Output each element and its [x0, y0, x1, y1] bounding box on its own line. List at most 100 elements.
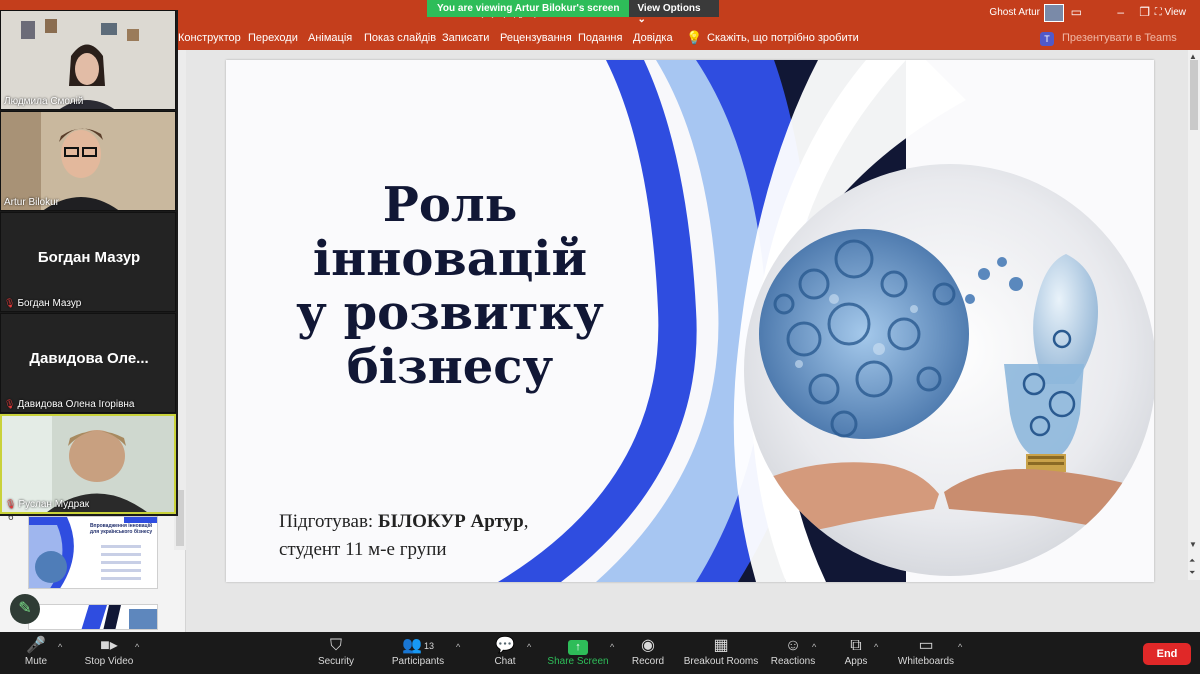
chat-options-caret[interactable]: ^: [527, 642, 531, 652]
slide-thumbnail-6[interactable]: Впровадження інновацій для українського …: [28, 516, 158, 589]
breakout-grid-icon: ▦: [713, 637, 729, 654]
tab-design[interactable]: Конструктор: [178, 32, 241, 44]
record-label: Record: [631, 656, 665, 667]
author-line-1: Підготував: БІЛОКУР Артур,: [279, 508, 528, 536]
view-icon: ⛶: [1154, 7, 1165, 18]
participants-label: Participants: [391, 656, 445, 667]
participant-name: Людмила Смолій: [4, 96, 84, 107]
next-slide-icon[interactable]: ⏷: [1189, 568, 1195, 578]
chat-button[interactable]: 💬 Chat: [465, 636, 545, 667]
participant-display-name: Давидова Оле...: [29, 350, 149, 367]
chat-bubble-icon: 💬: [495, 637, 515, 654]
previous-slide-icon[interactable]: ⏶: [1189, 556, 1195, 566]
author-suffix: ,: [523, 511, 529, 532]
participant-tile[interactable]: Artur Bilokur: [0, 111, 176, 211]
title-line-4: бізнесу: [346, 339, 554, 395]
annotate-pen-button[interactable]: ✎: [10, 594, 40, 624]
mic-muted-icon: 🎙: [5, 499, 17, 509]
view-label: View: [1164, 7, 1187, 18]
apps-icon: ⧉: [850, 637, 862, 654]
participant-name: Богдан Мазур: [17, 298, 82, 309]
account-avatar[interactable]: [1044, 4, 1064, 22]
lightbulb-icon: 💡: [686, 30, 703, 45]
account-name[interactable]: Ghost Artur: [989, 7, 1040, 18]
view-options-button[interactable]: View Options ⌄: [629, 0, 719, 25]
view-options-label: View Options: [637, 3, 701, 14]
participant-name-row: 🎙 Руслан Мудрак: [5, 499, 89, 510]
tell-me-search[interactable]: Скажіть, що потрібно зробити: [707, 32, 859, 44]
scroll-up-icon[interactable]: ▲: [1189, 52, 1197, 61]
end-meeting-button[interactable]: End: [1143, 643, 1191, 665]
screen: (...) продукт) Ghost Artur ▭ – ❐ ⛶ View …: [0, 0, 1200, 674]
chat-label: Chat: [494, 656, 516, 667]
video-options-caret[interactable]: ^: [135, 642, 139, 652]
author-line-2: студент 11 м-е групи: [279, 539, 447, 560]
participant-gallery: Людмила Смолій Artur Bilokur Богдан Мазу…: [0, 10, 178, 516]
tab-record[interactable]: Записати: [442, 32, 489, 44]
viewing-screen-label: You are viewing Artur Bilokur's screen: [427, 0, 630, 17]
share-banner: You are viewing Artur Bilokur's screen V…: [427, 0, 719, 25]
apps-options-caret[interactable]: ^: [874, 642, 878, 652]
people-icon: 👥: [402, 637, 422, 654]
slide-author-block[interactable]: Підготував: БІЛОКУР Артур, студент 11 м-…: [279, 508, 528, 564]
view-menu[interactable]: ⛶ View: [1155, 7, 1186, 18]
tab-review[interactable]: Рецензування: [500, 32, 572, 44]
meeting-controls: 🎤 Mute ^ ■▸ Stop Video ^ ⛉ Security 👥 13 …: [0, 632, 1200, 674]
audio-options-caret[interactable]: ^: [58, 642, 62, 652]
pen-icon: ✎: [18, 600, 32, 617]
whiteboards-options-caret[interactable]: ^: [958, 642, 962, 652]
title-line-3: у розвитку: [296, 285, 604, 341]
record-button[interactable]: ◉ Record: [608, 636, 688, 667]
participant-tile[interactable]: Людмила Смолій: [0, 10, 176, 110]
slide-scrollbar-thumb[interactable]: [1190, 60, 1198, 130]
security-button[interactable]: ⛉ Security: [296, 636, 376, 667]
innovation-gears-image: [744, 164, 1154, 576]
scroll-down-icon[interactable]: ▼: [1189, 540, 1197, 549]
breakout-rooms-button[interactable]: ▦ Breakout Rooms: [681, 636, 761, 667]
security-label: Security: [317, 656, 355, 667]
whiteboard-icon: ▭: [918, 637, 934, 654]
participant-name: Artur Bilokur: [4, 197, 60, 208]
teams-icon: T: [1040, 32, 1054, 46]
participant-display-name: Богдан Мазур: [37, 249, 141, 266]
ribbon-tabs: Конструктор Переходи Анімація Показ слай…: [0, 28, 1200, 50]
share-screen-label: Share Screen: [547, 656, 609, 667]
tab-transitions[interactable]: Переходи: [248, 32, 298, 44]
minimize-icon[interactable]: –: [1117, 5, 1124, 19]
mute-label: Mute: [24, 656, 48, 667]
breakout-rooms-label: Breakout Rooms: [683, 656, 759, 667]
participant-tile-active-speaker[interactable]: 🎙 Руслан Мудрак: [0, 414, 176, 514]
whiteboards-button[interactable]: ▭ Whiteboards: [886, 636, 966, 667]
title-line-2: інновацій: [312, 231, 588, 287]
tab-help[interactable]: Довідка: [633, 32, 673, 44]
apps-label: Apps: [844, 656, 868, 667]
tab-view[interactable]: Подання: [578, 32, 622, 44]
participants-options-caret[interactable]: ^: [456, 642, 460, 652]
apps-button[interactable]: ⧉ Apps: [816, 636, 896, 667]
restore-icon[interactable]: ❐: [1139, 5, 1150, 19]
mic-muted-icon: 🎙: [4, 298, 16, 308]
slide-title[interactable]: Роль інновацій у розвитку бізнесу: [280, 178, 620, 394]
gears-lightbulb-illustration: [754, 229, 1146, 536]
participant-name: Руслан Мудрак: [18, 499, 90, 510]
participant-tile[interactable]: Давидова Оле... 🎙 Давидова Олена Ігорівна: [0, 313, 176, 413]
thumbnail-7-graphic: [81, 605, 157, 629]
participant-name-row: 🎙 Богдан Мазур: [4, 298, 81, 309]
mute-button[interactable]: 🎤 Mute: [0, 636, 76, 667]
record-icon: ◉: [641, 637, 655, 654]
ribbon-display-icon[interactable]: ▭: [1071, 5, 1082, 19]
share-screen-button[interactable]: ↑ Share Screen: [538, 636, 618, 667]
present-in-teams-button[interactable]: Презентувати в Teams: [1062, 32, 1177, 44]
slide-thumbnail-7[interactable]: [28, 604, 158, 630]
shield-icon: ⛉: [329, 637, 342, 654]
mic-muted-icon: 🎙: [4, 399, 16, 409]
share-screen-icon: ↑: [568, 640, 588, 655]
participants-button[interactable]: 👥 13 Participants: [378, 636, 458, 667]
microphone-icon: 🎤: [26, 637, 46, 654]
current-slide[interactable]: Роль інновацій у розвитку бізнесу Підгот…: [226, 60, 1154, 582]
tab-animations[interactable]: Анімація: [308, 32, 352, 44]
share-screen-icon-wrap: ↑: [538, 636, 618, 656]
tab-slideshow[interactable]: Показ слайдів: [364, 32, 436, 44]
participant-tile[interactable]: Богдан Мазур 🎙 Богдан Мазур: [0, 212, 176, 312]
participant-name: Давидова Олена Ігорівна: [17, 399, 135, 410]
